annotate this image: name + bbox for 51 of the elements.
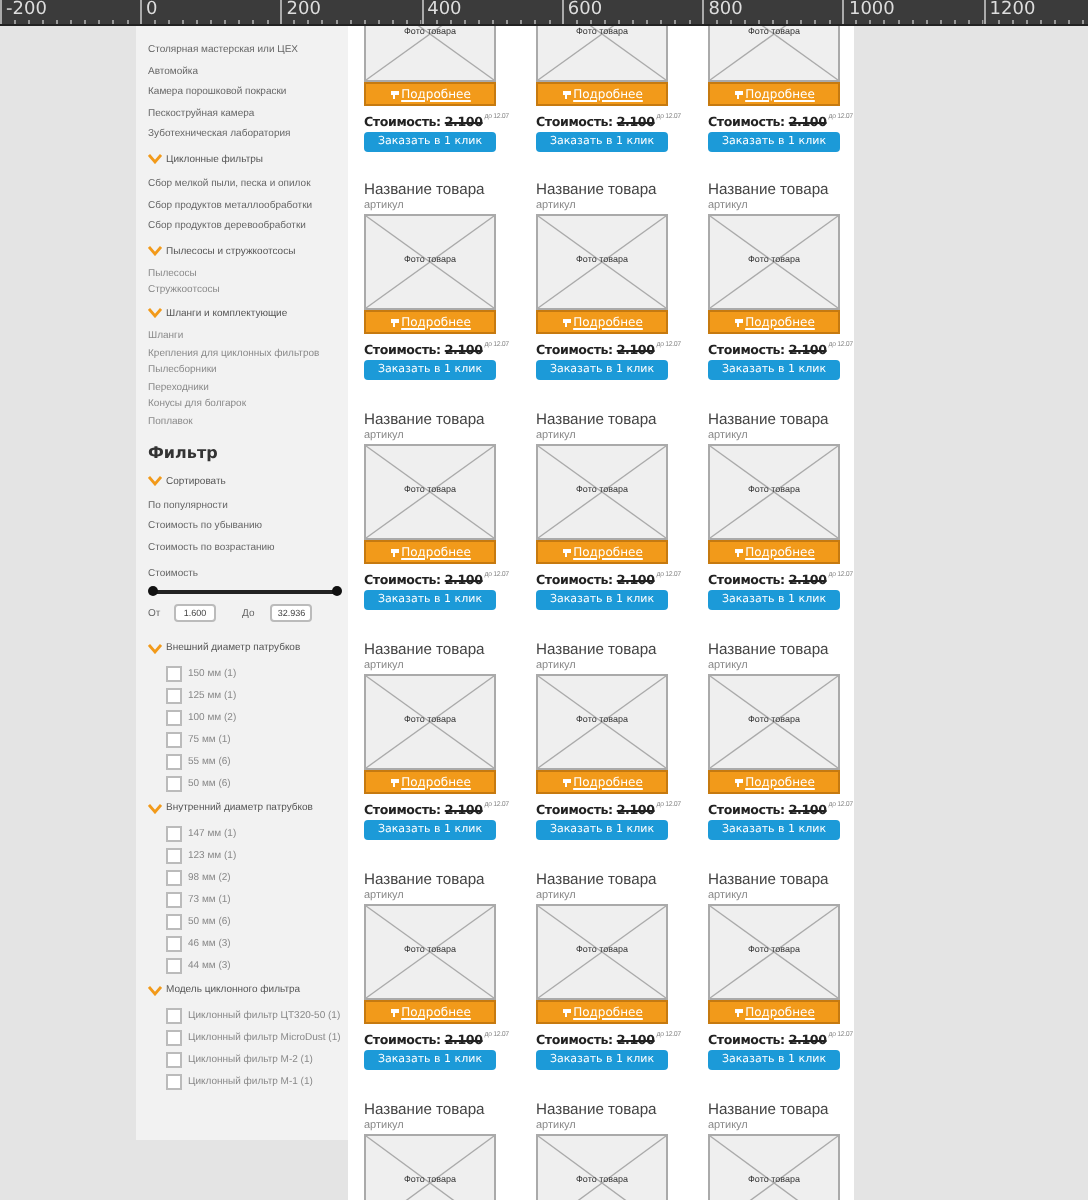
ruler-label: 200 — [284, 0, 321, 22]
pointer-icon — [389, 547, 400, 557]
checkbox[interactable] — [166, 775, 182, 792]
pointer-icon — [733, 777, 744, 787]
checkbox[interactable] — [166, 709, 182, 726]
pointer-icon — [561, 547, 572, 557]
chevron-icon[interactable] — [148, 246, 162, 257]
checkbox[interactable] — [166, 957, 182, 974]
ruler-label: 400 — [425, 0, 462, 22]
pointer-icon — [389, 777, 400, 787]
checkbox[interactable] — [166, 847, 182, 864]
pointer-icon — [561, 89, 572, 99]
checkbox[interactable] — [166, 891, 182, 908]
pointer-icon — [389, 1007, 400, 1017]
checkbox[interactable] — [166, 825, 182, 842]
checkbox[interactable] — [166, 869, 182, 886]
filter-heading: Фильтр — [148, 443, 220, 461]
checkbox[interactable] — [166, 731, 182, 748]
checkbox[interactable] — [166, 913, 182, 930]
chevron-icon[interactable] — [148, 308, 162, 319]
chevron-icon[interactable] — [148, 643, 162, 654]
pointer-icon — [389, 89, 400, 99]
chevron-icon[interactable] — [148, 985, 162, 996]
slider-handle[interactable] — [331, 586, 341, 597]
chevron-icon[interactable] — [148, 803, 162, 814]
pointer-icon — [733, 547, 744, 557]
pointer-icon — [561, 777, 572, 787]
pointer-icon — [389, 317, 400, 327]
pointer-icon — [733, 89, 744, 99]
ruler-label: 600 — [565, 0, 603, 22]
checkbox[interactable] — [166, 1073, 182, 1090]
checkbox[interactable] — [166, 687, 182, 704]
checkbox[interactable] — [166, 1029, 182, 1046]
checkbox[interactable] — [166, 665, 182, 682]
pointer-icon — [733, 317, 744, 327]
price-slider[interactable] — [152, 590, 336, 595]
checkbox[interactable] — [166, 753, 182, 770]
ruler-label: -200 — [4, 0, 47, 22]
ruler-label: 0 — [144, 0, 158, 22]
ruler-label: 1200 — [987, 0, 1036, 22]
pointer-icon — [733, 1007, 744, 1017]
pointer-icon — [561, 317, 572, 327]
checkbox[interactable] — [166, 1051, 182, 1068]
checkbox[interactable] — [166, 1007, 182, 1024]
chevron-icon[interactable] — [148, 154, 162, 165]
checkbox[interactable] — [166, 935, 182, 952]
slider-handle[interactable] — [147, 586, 157, 597]
ruler-label: 800 — [706, 0, 743, 22]
chevron-icon[interactable] — [148, 476, 162, 486]
pointer-icon — [561, 1007, 572, 1017]
ruler-label: 1000 — [846, 0, 895, 22]
